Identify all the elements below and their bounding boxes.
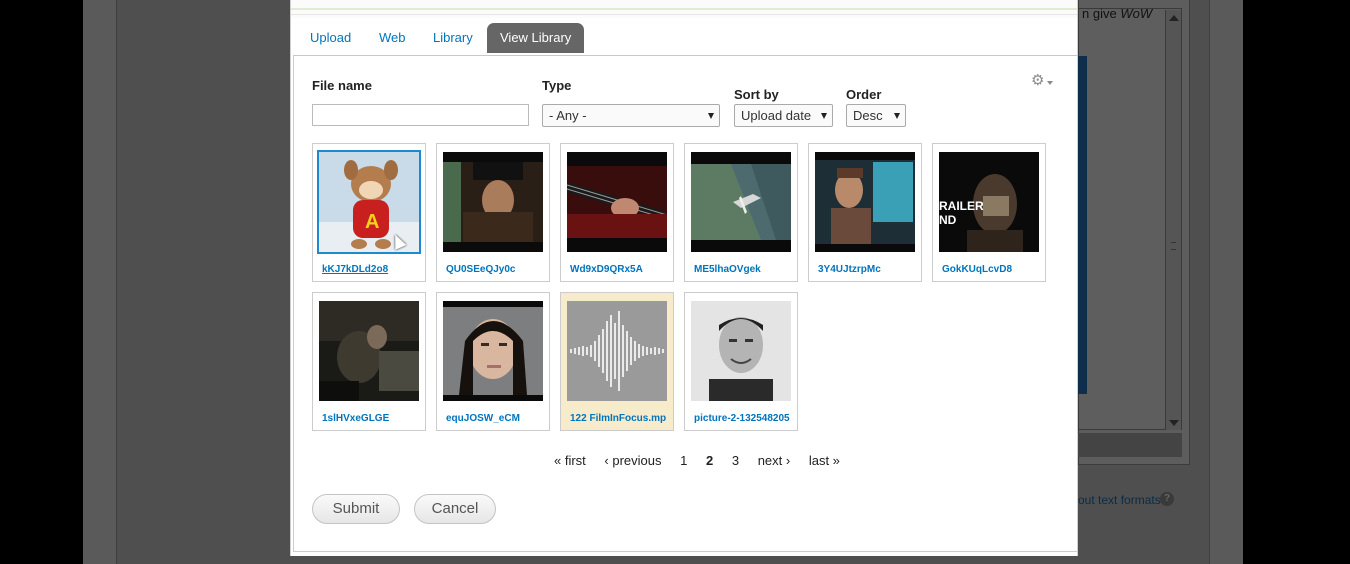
media-thumbnail[interactable] <box>691 152 791 252</box>
sort-by-label: Sort by <box>734 87 779 102</box>
media-item[interactable]: 3Y4UJtzrpMc <box>808 143 922 282</box>
pager-next[interactable]: next › <box>758 453 791 468</box>
media-thumbnail[interactable] <box>443 152 543 252</box>
pager-current-page: 2 <box>705 453 714 468</box>
svg-text:ND: ND <box>939 213 957 227</box>
media-item[interactable]: ME5lhaOVgek <box>684 143 798 282</box>
media-thumbnail[interactable]: A <box>317 150 421 254</box>
tab-view-library[interactable]: View Library <box>487 23 585 53</box>
tab-bar: Upload Web Library View Library <box>293 18 1077 56</box>
svg-text:A: A <box>365 211 379 233</box>
media-item-link[interactable]: 3Y4UJtzrpMc <box>818 264 918 275</box>
media-thumbnail[interactable] <box>319 301 419 401</box>
pager-page-3[interactable]: 3 <box>732 453 739 468</box>
image-thumbnail[interactable] <box>691 301 791 401</box>
tab-library[interactable]: Library <box>420 23 486 53</box>
file-name-label: File name <box>312 78 372 93</box>
pager-previous[interactable]: ‹ previous <box>604 453 661 468</box>
background-bar <box>1078 433 1182 457</box>
dialog-header <box>291 0 1077 18</box>
media-thumbnail[interactable] <box>815 152 915 252</box>
pager-last[interactable]: last » <box>809 453 840 468</box>
help-icon: ? <box>1160 492 1174 506</box>
type-label: Type <box>542 78 572 93</box>
media-item[interactable]: 1slHVxeGLGE <box>312 292 426 431</box>
file-name-input[interactable] <box>312 104 529 126</box>
tab-web[interactable]: Web <box>366 23 419 53</box>
thumbnail-overlay-text: RAILER <box>939 199 984 213</box>
library-panel: File name Type - Any - Sort by Upload da… <box>293 56 1077 552</box>
pager: « first ‹ previous 1 2 3 next › last » <box>554 453 855 468</box>
media-item-link[interactable]: QU0SEeQJy0c <box>446 264 546 275</box>
media-item[interactable]: QU0SEeQJy0c <box>436 143 550 282</box>
media-item-link[interactable]: ME5lhaOVgek <box>694 264 794 275</box>
scroll-grip-icon <box>1171 242 1176 250</box>
pager-page-1[interactable]: 1 <box>680 453 687 468</box>
media-item[interactable]: 122 FilmInFocus.mp <box>560 292 674 431</box>
media-item[interactable]: A kKJ7kDLd2o8 <box>312 143 426 282</box>
gear-icon[interactable]: ⚙ <box>1031 73 1057 91</box>
media-item-link[interactable]: picture-2-132548205 <box>694 413 794 424</box>
media-item[interactable]: equJOSW_eCM <box>436 292 550 431</box>
media-item-link[interactable]: kKJ7kDLd2o8 <box>322 264 422 275</box>
media-thumbnail[interactable]: RAILER ND <box>939 152 1039 252</box>
media-browser-dialog: Upload Web Library View Library File nam… <box>290 0 1078 556</box>
scroll-down-icon <box>1169 420 1179 426</box>
media-item[interactable]: RAILER ND GokKUqLcvD8 <box>932 143 1046 282</box>
chevron-down-icon <box>894 113 900 119</box>
background-image <box>1078 56 1087 394</box>
media-item-link[interactable]: Wd9xD9QRx5A <box>570 264 670 275</box>
background-formats-link: out text formats <box>1078 493 1161 507</box>
type-select[interactable]: - Any - <box>542 104 720 127</box>
media-item-link[interactable]: GokKUqLcvD8 <box>942 264 1042 275</box>
caret-down-icon <box>1047 81 1053 85</box>
media-item[interactable]: Wd9xD9QRx5A <box>560 143 674 282</box>
audio-thumbnail[interactable] <box>567 301 667 401</box>
media-item-link[interactable]: 1slHVxeGLGE <box>322 413 422 424</box>
media-thumbnail[interactable] <box>443 301 543 401</box>
cancel-button[interactable]: Cancel <box>414 494 496 524</box>
order-select-value: Desc <box>853 108 883 123</box>
submit-button[interactable]: Submit <box>312 494 400 524</box>
background-scrollbar <box>1165 10 1181 430</box>
media-thumbnail[interactable] <box>567 152 667 252</box>
chevron-down-icon <box>708 113 714 119</box>
scroll-up-icon <box>1169 15 1179 21</box>
tab-upload[interactable]: Upload <box>297 23 364 53</box>
media-grid: A kKJ7kDLd2o8 QU0SEeQJy0c Wd9xD9QRx5A ME… <box>312 143 1074 433</box>
type-select-value: - Any - <box>549 108 587 123</box>
order-select[interactable]: Desc <box>846 104 906 127</box>
waveform-icon <box>567 301 667 401</box>
background-text: n give WoW <box>1082 6 1153 21</box>
media-item-link[interactable]: 122 FilmInFocus.mp <box>570 413 670 424</box>
order-label: Order <box>846 87 882 102</box>
sort-by-select[interactable]: Upload date <box>734 104 833 127</box>
pager-first[interactable]: « first <box>554 453 586 468</box>
media-item[interactable]: picture-2-132548205 <box>684 292 798 431</box>
media-item-link[interactable]: equJOSW_eCM <box>446 413 546 424</box>
chevron-down-icon <box>821 113 827 119</box>
sort-by-select-value: Upload date <box>741 108 812 123</box>
